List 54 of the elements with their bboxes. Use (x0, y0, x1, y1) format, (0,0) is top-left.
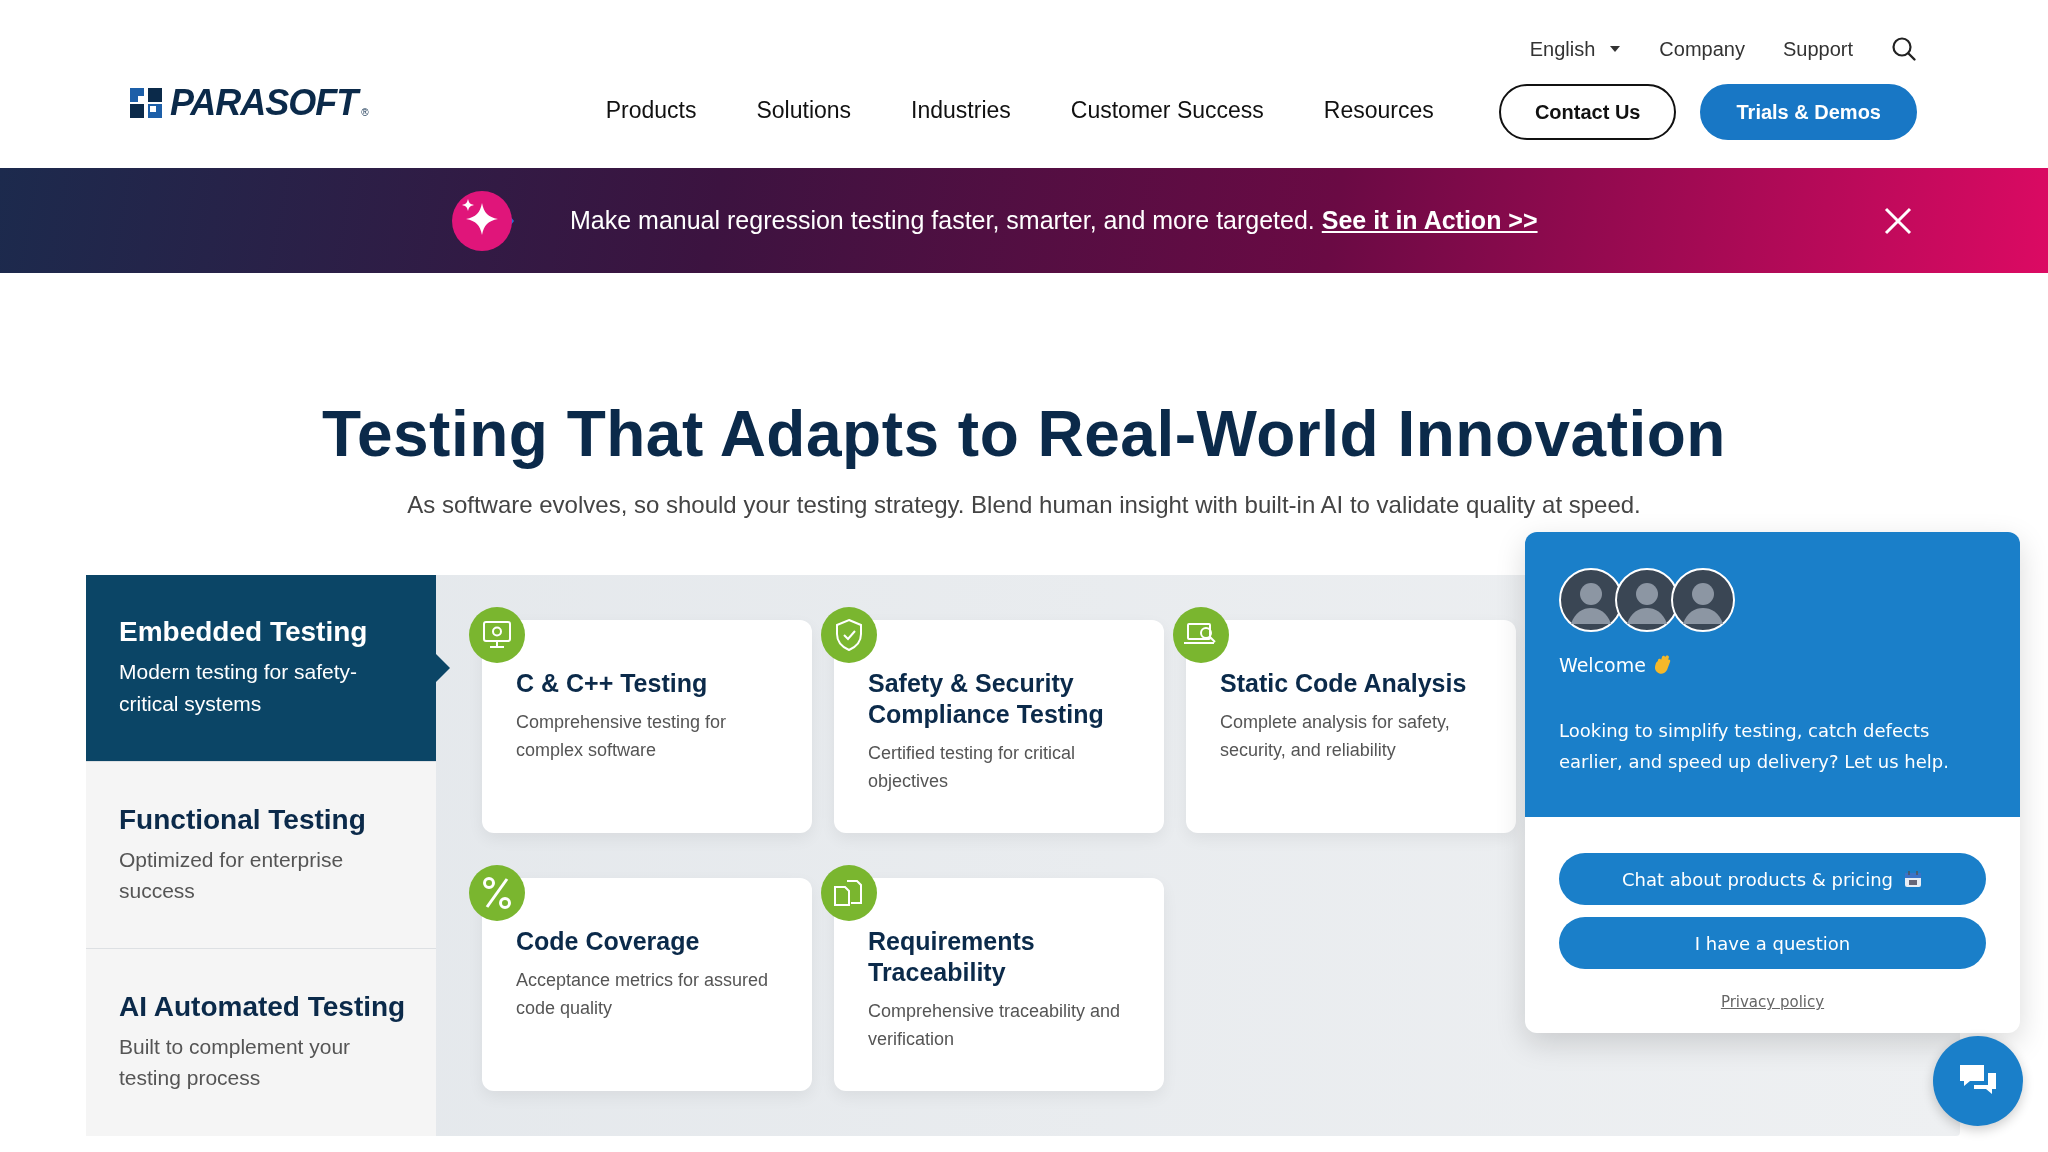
card-title: Requirements Traceability (868, 925, 1036, 988)
banner-text: Make manual regression testing faster, smarter, and more targeted. See it in Action >> (570, 206, 1538, 235)
product-card[interactable]: C & C++ Testing Comprehensive testing for complex software (482, 619, 812, 833)
category-tab[interactable]: Functional Testing Optimized for enterprise success (86, 762, 436, 950)
product-card[interactable]: Code Coverage Acceptance metrics for assured code quality (482, 877, 812, 1091)
card-title: Static Code Analysis (1220, 667, 1468, 699)
card-description: Certified testing for critical objectives (868, 742, 1077, 794)
chat-launcher-button[interactable] (1933, 1036, 2023, 1126)
language-dropdown[interactable]: English (1529, 37, 1622, 61)
welcome-text: Welcome (1559, 654, 1646, 676)
page-subheading: As software evolves, so should your testing strategy. Blend human insight with built-in AI to validate quality at speed. (406, 490, 1642, 519)
documents-icon (821, 864, 877, 921)
monitor-gear-icon (469, 606, 525, 663)
card-description: Comprehensive traceability and verification (868, 1000, 1122, 1052)
utility-link[interactable]: Support (1782, 37, 1853, 61)
product-card[interactable]: Static Code Analysis Complete analysis for safety, security, and reliability (1186, 619, 1516, 833)
product-card[interactable]: Requirements Traceability Comprehensive traceability and verification (834, 877, 1164, 1091)
card-description: Comprehensive testing for complex software (516, 710, 728, 762)
laptop-magnifier-icon (1173, 606, 1229, 663)
card-title: C & C++ Testing (516, 667, 709, 699)
card-title: Code Coverage (516, 925, 701, 957)
utility-link[interactable]: Company (1659, 37, 1745, 61)
nav-link[interactable]: Resources (1323, 97, 1434, 124)
nav-link[interactable]: Industries (911, 97, 1011, 124)
page-heading: Testing That Adapts to Real-World Innovation (321, 399, 1727, 471)
shield-check-icon (821, 606, 877, 663)
avatar-icon (1671, 568, 1735, 632)
banner-link[interactable]: See it in Action >> (1321, 206, 1538, 234)
nav-link[interactable]: Customer Success (1070, 97, 1264, 124)
nav-link[interactable]: Solutions (756, 97, 852, 124)
registered-mark: ® (361, 107, 369, 118)
close-icon[interactable] (1884, 206, 1912, 235)
nav-link[interactable]: Products (605, 97, 697, 124)
card-description: Acceptance metrics for assured code quality (516, 968, 770, 1020)
trials-button[interactable]: Trials & Demos (1700, 84, 1917, 140)
tab-title: Functional Testing (119, 803, 367, 836)
calendar-icon (1903, 869, 1924, 890)
card-description: Complete analysis for safety, security, and reliability (1220, 710, 1451, 762)
tab-title: Embedded Testing (119, 616, 369, 649)
caret-icon (1609, 45, 1622, 53)
privacy-link[interactable]: Privacy policy (1720, 993, 1825, 1012)
chat-option-button[interactable]: Chat about products & pricing (1559, 853, 1986, 906)
chat-option-button[interactable]: I have a question (1559, 917, 1986, 970)
search-icon[interactable] (1891, 36, 1917, 62)
tab-description: Built to complement your testing process (119, 1034, 352, 1092)
chat-message: Looking to simplify testing, catch defects earlier, and speed up delivery? Let us help. (1559, 719, 1950, 774)
contact-button[interactable]: Contact Us (1498, 84, 1677, 140)
tab-description: Optimized for enterprise success (119, 846, 345, 905)
percent-icon (469, 864, 525, 921)
category-tab[interactable]: AI Automated Testing Built to complement your testing process (86, 949, 436, 1136)
tab-description: Modern testing for safety-critical systems (119, 659, 359, 717)
card-title: Safety & Security Compliance Testing (868, 667, 1105, 730)
tab-title: AI Automated Testing (119, 991, 406, 1023)
product-card[interactable]: Safety & Security Compliance Testing Certified testing for critical objectives (834, 619, 1164, 833)
